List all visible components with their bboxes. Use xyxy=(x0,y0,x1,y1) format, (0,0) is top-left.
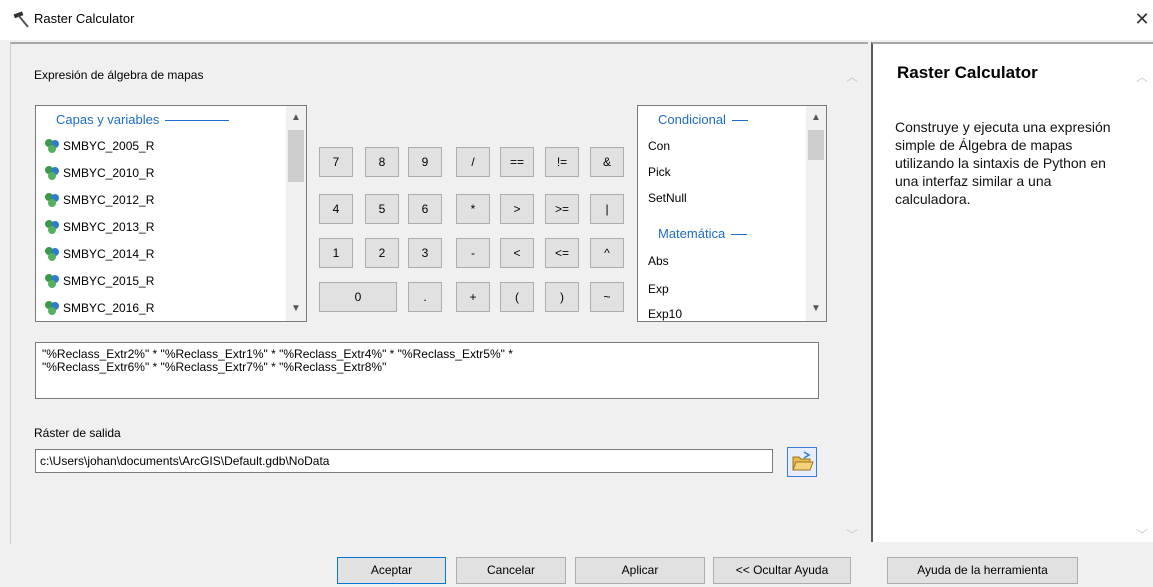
scroll-up-arrow-icon[interactable]: ▲ xyxy=(806,110,826,126)
browse-button[interactable] xyxy=(787,447,817,477)
calc-button-1[interactable]: 1 xyxy=(319,238,353,268)
title-bar xyxy=(0,0,1153,40)
layers-list-header: Capas y variables xyxy=(56,112,230,127)
calc-button-0[interactable]: 0 xyxy=(319,282,397,312)
calc-button-decimal[interactable]: . xyxy=(408,282,442,312)
expression-label: Expresión de álgebra de mapas xyxy=(34,68,204,82)
list-item[interactable]: SetNull xyxy=(648,191,687,205)
help-scroll-up-icon[interactable]: ︿ xyxy=(1136,68,1148,85)
calc-button-greater[interactable]: > xyxy=(500,194,534,224)
list-item[interactable]: SMBYC_2012_R xyxy=(44,189,154,211)
list-item[interactable]: Exp xyxy=(648,282,669,296)
raster-layer-icon xyxy=(45,301,59,315)
calc-button-8[interactable]: 8 xyxy=(365,147,399,177)
layers-list[interactable]: Capas y variables SMBYC_2005_R SMBYC_201… xyxy=(35,105,307,322)
list-item[interactable]: Con xyxy=(648,139,670,153)
panel-scroll-down-icon[interactable]: ﹀ xyxy=(842,526,862,542)
calc-button-multiply[interactable]: * xyxy=(456,194,490,224)
list-item[interactable]: SMBYC_2005_R xyxy=(44,135,154,157)
layer-name: SMBYC_2005_R xyxy=(63,139,155,153)
layer-name: SMBYC_2010_R xyxy=(63,166,155,180)
expression-line-2: "%Reclass_Extr6%" * "%Reclass_Extr7%" * … xyxy=(42,360,387,374)
scroll-thumb[interactable] xyxy=(288,130,304,182)
list-item[interactable]: SMBYC_2010_R xyxy=(44,162,154,184)
calc-button-and[interactable]: & xyxy=(590,147,624,177)
layer-name: SMBYC_2012_R xyxy=(63,193,155,207)
open-folder-icon xyxy=(792,451,814,471)
raster-layer-icon xyxy=(45,166,59,180)
functions-list[interactable]: Condicional Con Pick SetNull Matemática … xyxy=(637,105,827,322)
list-item[interactable]: SMBYC_2016_R xyxy=(44,297,154,319)
hammer-icon xyxy=(13,11,29,28)
raster-layer-icon xyxy=(45,274,59,288)
raster-layer-icon xyxy=(45,247,59,261)
scroll-down-arrow-icon[interactable]: ▼ xyxy=(286,301,306,317)
apply-button[interactable]: Aplicar xyxy=(575,557,705,584)
calc-button-close-paren[interactable]: ) xyxy=(545,282,579,312)
calc-button-not[interactable]: ~ xyxy=(590,282,624,312)
calc-button-3[interactable]: 3 xyxy=(408,238,442,268)
close-button[interactable]: ✕ xyxy=(1131,7,1153,31)
calc-button-equal[interactable]: == xyxy=(500,147,534,177)
layers-scrollbar[interactable]: ▲ ▼ xyxy=(286,106,306,321)
calc-button-open-paren[interactable]: ( xyxy=(500,282,534,312)
help-scroll-down-icon[interactable]: ﹀ xyxy=(1136,526,1148,543)
calc-button-2[interactable]: 2 xyxy=(365,238,399,268)
layer-name: SMBYC_2014_R xyxy=(63,247,155,261)
calc-button-divide[interactable]: / xyxy=(456,147,490,177)
help-title: Raster Calculator xyxy=(897,63,1038,82)
calc-button-6[interactable]: 6 xyxy=(408,194,442,224)
window-title: Raster Calculator xyxy=(34,11,135,26)
hide-help-button[interactable]: << Ocultar Ayuda xyxy=(713,557,851,584)
list-item[interactable]: SMBYC_2013_R xyxy=(44,216,154,238)
calc-button-greater-equal[interactable]: >= xyxy=(545,194,579,224)
layer-name: SMBYC_2013_R xyxy=(63,220,155,234)
list-item[interactable]: SMBYC_2015_R xyxy=(44,270,154,292)
help-text: Construye y ejecuta una expresión simple… xyxy=(895,119,1111,207)
functions-scrollbar[interactable]: ▲ ▼ xyxy=(806,106,826,321)
panel-scroll-up-icon[interactable]: ︿ xyxy=(842,68,862,84)
layer-name: SMBYC_2015_R xyxy=(63,274,155,288)
calc-button-less-equal[interactable]: <= xyxy=(545,238,579,268)
calc-button-5[interactable]: 5 xyxy=(365,194,399,224)
output-raster-field[interactable]: c:\Users\johan\documents\ArcGIS\Default.… xyxy=(35,449,773,473)
help-panel xyxy=(871,42,1153,542)
output-raster-label: Ráster de salida xyxy=(34,426,121,440)
list-item[interactable]: SMBYC_2014_R xyxy=(44,243,154,265)
cancel-button[interactable]: Cancelar xyxy=(456,557,566,584)
calc-button-minus[interactable]: - xyxy=(456,238,490,268)
raster-layer-icon xyxy=(45,139,59,153)
calc-button-9[interactable]: 9 xyxy=(408,147,442,177)
calc-button-plus[interactable]: + xyxy=(456,282,490,312)
scroll-up-arrow-icon[interactable]: ▲ xyxy=(286,110,306,126)
calc-button-xor[interactable]: ^ xyxy=(590,238,624,268)
list-item[interactable]: Exp10 xyxy=(648,307,682,321)
layer-name: SMBYC_2016_R xyxy=(63,301,155,315)
list-item[interactable]: Abs xyxy=(648,254,669,268)
list-item[interactable]: Pick xyxy=(648,165,671,179)
calc-button-not-equal[interactable]: != xyxy=(545,147,579,177)
accept-button[interactable]: Aceptar xyxy=(337,557,446,584)
math-header: Matemática xyxy=(658,226,748,241)
calc-button-7[interactable]: 7 xyxy=(319,147,353,177)
raster-layer-icon xyxy=(45,220,59,234)
expression-textbox[interactable]: "%Reclass_Extr2%" * "%Reclass_Extr1%" * … xyxy=(35,342,819,399)
tool-help-button[interactable]: Ayuda de la herramienta xyxy=(887,557,1078,584)
conditional-header: Condicional xyxy=(658,112,748,127)
calc-button-or[interactable]: | xyxy=(590,194,624,224)
calc-button-less[interactable]: < xyxy=(500,238,534,268)
scroll-down-arrow-icon[interactable]: ▼ xyxy=(806,301,826,317)
raster-layer-icon xyxy=(45,193,59,207)
scroll-thumb[interactable] xyxy=(808,130,824,160)
calc-button-4[interactable]: 4 xyxy=(319,194,353,224)
